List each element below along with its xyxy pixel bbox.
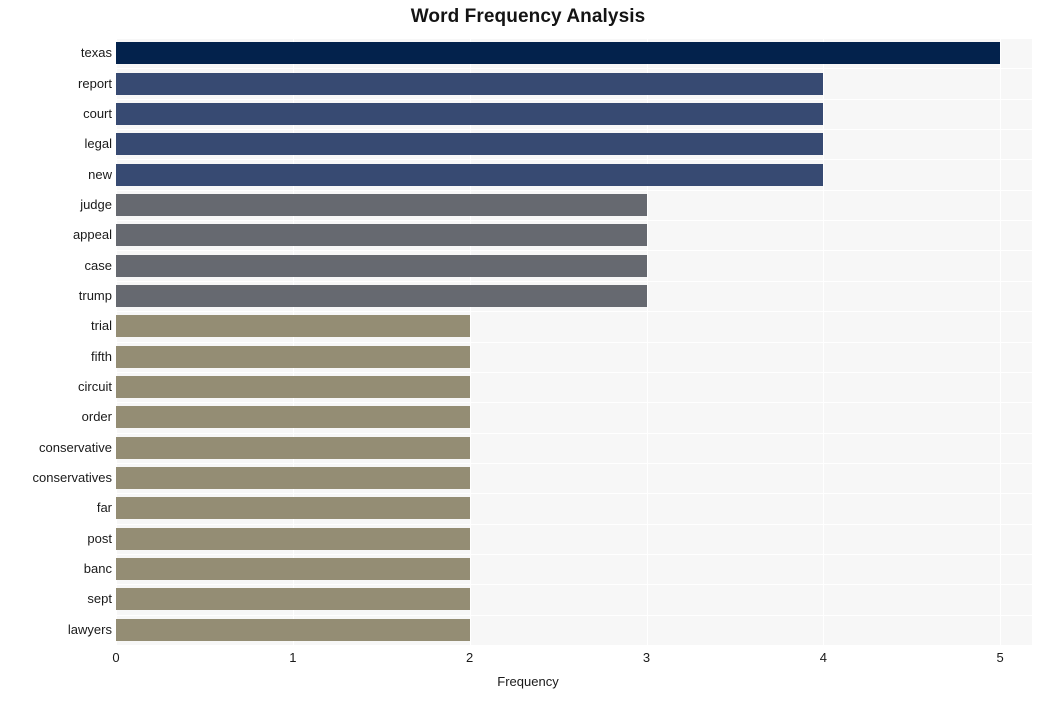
gridline-horizontal	[116, 372, 1032, 373]
gridline-horizontal	[116, 159, 1032, 160]
bar-row	[116, 315, 1032, 338]
word-frequency-bar-chart: Word Frequency Analysis texas report court…	[0, 0, 1056, 701]
gridline-horizontal	[116, 402, 1032, 403]
x-tick-label-5: 5	[996, 650, 1004, 665]
y-tick-label-conservative: conservative	[39, 439, 112, 455]
bar-appeal[interactable]	[116, 224, 647, 247]
x-tick-label-1: 1	[289, 650, 297, 665]
bar-row	[116, 345, 1032, 368]
gridline-horizontal	[116, 220, 1032, 221]
y-tick-label-report: report	[78, 75, 112, 91]
y-tick-label-trial: trial	[91, 318, 112, 334]
bar-row	[116, 42, 1032, 65]
y-tick-label-sept: sept	[87, 591, 112, 607]
y-tick-label-trump: trump	[78, 287, 112, 303]
gridline-horizontal	[116, 615, 1032, 616]
x-tick-label-2: 2	[466, 650, 474, 665]
bar-texas[interactable]	[116, 42, 1001, 65]
gridline-vertical	[646, 38, 648, 645]
y-tick-label-appeal: appeal	[72, 227, 112, 243]
bar-report[interactable]	[116, 72, 824, 95]
bar-row	[116, 254, 1032, 277]
bar-row	[116, 224, 1032, 247]
bar-legal[interactable]	[116, 133, 824, 156]
y-tick-label-conservatives: conservatives	[32, 470, 112, 486]
gridline-horizontal	[116, 342, 1032, 343]
bar-sept[interactable]	[116, 588, 470, 611]
bar-row	[116, 618, 1032, 641]
gridline-horizontal	[116, 524, 1032, 525]
gridline-horizontal	[116, 250, 1032, 251]
gridline-horizontal	[116, 433, 1032, 434]
gridline-horizontal	[116, 493, 1032, 494]
x-tick-label-0: 0	[112, 650, 120, 665]
gridline-horizontal	[116, 554, 1032, 555]
bar-row	[116, 284, 1032, 307]
gridline-vertical	[823, 38, 825, 645]
y-tick-label-fifth: fifth	[91, 348, 112, 364]
x-tick-label-4: 4	[819, 650, 827, 665]
bar-row	[116, 133, 1032, 156]
bar-post[interactable]	[116, 527, 470, 550]
bar-row	[116, 376, 1032, 399]
bar-far[interactable]	[116, 497, 470, 520]
bar-row	[116, 527, 1032, 550]
chart-title: Word Frequency Analysis	[410, 6, 646, 27]
y-tick-label-lawyers: lawyers	[67, 621, 112, 637]
bar-case[interactable]	[116, 254, 647, 277]
gridline-vertical	[116, 38, 117, 645]
bar-judge[interactable]	[116, 193, 647, 216]
bar-row	[116, 406, 1032, 429]
y-tick-label-judge: judge	[80, 196, 112, 212]
bar-order[interactable]	[116, 406, 470, 429]
bar-circuit[interactable]	[116, 376, 470, 399]
plot-area	[116, 38, 1032, 645]
y-tick-label-legal: legal	[84, 136, 112, 152]
y-tick-label-far: far	[96, 500, 112, 516]
bar-row	[116, 193, 1032, 216]
gridline-horizontal	[116, 190, 1032, 191]
bar-row	[116, 102, 1032, 125]
gridline-horizontal	[116, 281, 1032, 282]
bar-banc[interactable]	[116, 558, 470, 581]
y-tick-label-case: case	[84, 257, 112, 273]
gridline-horizontal	[116, 38, 1032, 39]
x-axis-tick-labels: 0 1 2 3 4 5	[0, 650, 1056, 670]
bar-court[interactable]	[116, 102, 824, 125]
gridline-horizontal	[116, 68, 1032, 69]
bar-lawyers[interactable]	[116, 618, 470, 641]
bar-row	[116, 467, 1032, 490]
y-tick-label-new: new	[88, 166, 112, 182]
gridline-horizontal	[116, 311, 1032, 312]
y-tick-label-circuit: circuit	[78, 379, 112, 395]
bar-row	[116, 163, 1032, 186]
gridline-horizontal	[116, 584, 1032, 585]
bar-row	[116, 72, 1032, 95]
gridline-vertical	[1000, 38, 1002, 645]
bar-conservative[interactable]	[116, 436, 470, 459]
gridline-vertical	[469, 38, 471, 645]
bar-conservatives[interactable]	[116, 467, 470, 490]
gridline-horizontal	[116, 463, 1032, 464]
bar-row	[116, 558, 1032, 581]
bar-trial[interactable]	[116, 315, 470, 338]
y-tick-label-post: post	[87, 530, 112, 546]
y-tick-label-court: court	[83, 105, 112, 121]
x-axis-title: Frequency	[497, 674, 559, 689]
bar-row	[116, 497, 1032, 520]
bar-row	[116, 588, 1032, 611]
gridline-horizontal	[116, 129, 1032, 130]
bar-row	[116, 436, 1032, 459]
y-axis-tick-labels: texas report court legal new judge appeal case t…	[0, 38, 112, 645]
y-tick-label-order: order	[81, 409, 112, 425]
y-tick-label-texas: texas	[80, 45, 112, 61]
y-tick-label-banc: banc	[83, 561, 112, 577]
bar-fifth[interactable]	[116, 345, 470, 368]
gridline-horizontal	[116, 99, 1032, 100]
gridline-vertical	[292, 38, 294, 645]
bar-new[interactable]	[116, 163, 824, 186]
bar-trump[interactable]	[116, 284, 647, 307]
x-tick-label-3: 3	[642, 650, 651, 665]
